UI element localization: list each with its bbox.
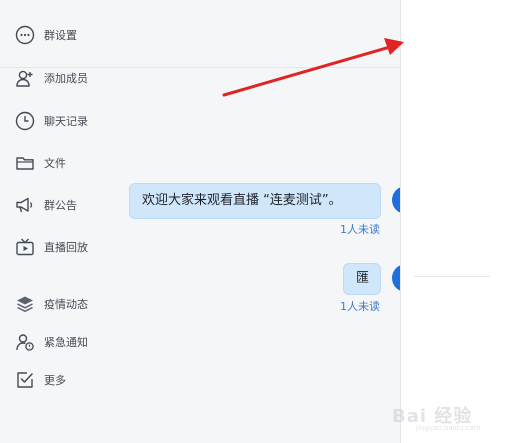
read-status-link[interactable]: 1人未读	[340, 221, 380, 237]
more-label: 更多	[44, 374, 66, 387]
more-circle-icon	[14, 24, 36, 46]
epidemic-button[interactable]: 疫情动态	[14, 290, 104, 318]
add-user-icon	[14, 67, 36, 89]
chat-window: 欢迎大家来观看直播 “连麦测试”。 1人未读 匯 1人未读 群设置 添加成员 聊…	[0, 0, 508, 443]
clock-icon	[14, 110, 36, 132]
more-button[interactable]: 更多	[14, 366, 104, 394]
tv-icon	[14, 236, 36, 258]
files-button[interactable]: 文件	[14, 149, 104, 177]
message-text: 欢迎大家来观看直播 “连麦测试”。	[142, 193, 342, 208]
folder-icon	[14, 152, 36, 174]
checkbox-icon	[14, 369, 36, 391]
live-replay-button[interactable]: 直播回放	[14, 233, 104, 261]
message-bubble[interactable]: 匯	[343, 263, 381, 295]
group-settings-button[interactable]: 群设置	[14, 21, 104, 49]
epidemic-label: 疫情动态	[44, 298, 88, 311]
message-bubble[interactable]: 欢迎大家来观看直播 “连麦测试”。	[129, 183, 381, 219]
files-label: 文件	[44, 157, 66, 170]
layers-icon	[14, 293, 36, 315]
announcement-button[interactable]: 群公告	[14, 191, 104, 219]
urgent-notice-label: 紧急通知	[44, 336, 88, 349]
add-member-label: 添加成员	[44, 72, 88, 85]
group-settings-label: 群设置	[44, 29, 77, 42]
live-replay-label: 直播回放	[44, 241, 88, 254]
chat-history-button[interactable]: 聊天记录	[14, 107, 104, 135]
megaphone-icon	[14, 194, 36, 216]
chat-history-label: 聊天记录	[44, 115, 88, 128]
urgent-notice-button[interactable]: 紧急通知	[14, 328, 104, 356]
menu-divider	[414, 276, 490, 277]
announcement-label: 群公告	[44, 199, 77, 212]
read-status-link[interactable]: 1人未读	[340, 298, 380, 314]
add-member-button[interactable]: 添加成员	[14, 64, 104, 92]
message-text: 匯	[356, 271, 370, 286]
group-side-panel	[400, 0, 508, 443]
user-alert-icon	[14, 331, 36, 353]
